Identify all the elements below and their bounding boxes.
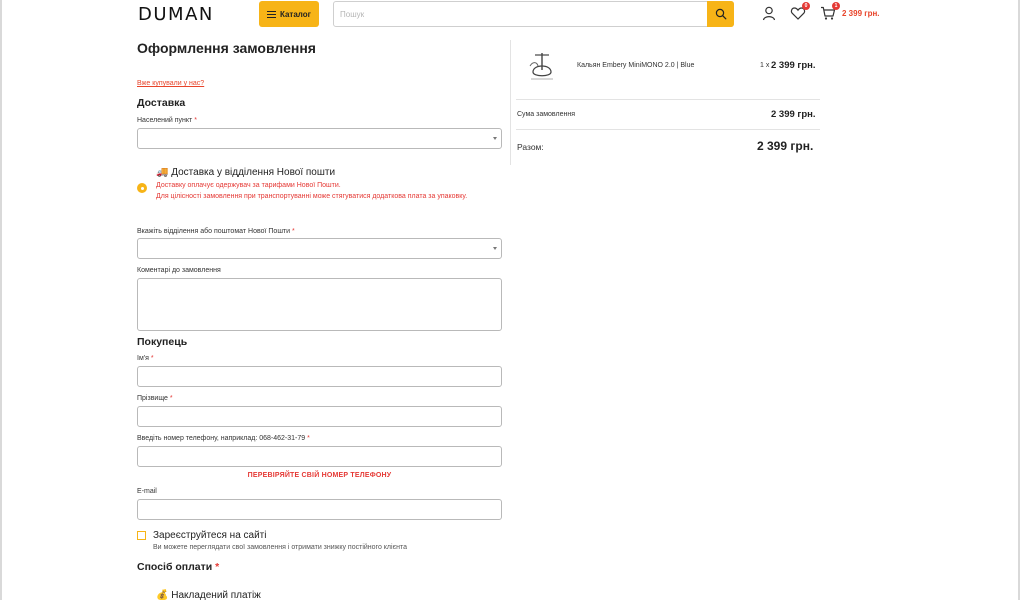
order-sum-label: Сума замовлення [517,111,575,118]
summary-separator [516,99,820,100]
window-frame-left [0,0,2,600]
wishlist-count-badge: 0 [802,2,810,10]
wishlist-button[interactable]: 0 [790,2,810,21]
cart-total[interactable]: 2 399 грн. [842,9,880,18]
comment-textarea[interactable] [137,278,502,331]
delivery-note-packaging: Для цілісності замовлення при транспорту… [156,193,468,200]
delivery-heading: Доставка [137,97,186,109]
site-header: DUMAN Каталог 0 1 2 399 грн [0,0,1020,28]
search-input[interactable] [340,2,700,26]
cart-button[interactable]: 1 [820,2,840,21]
last-name-label: Прізвище * [137,395,173,402]
page-title: Оформлення замовлення [137,40,316,56]
user-icon [762,6,776,21]
phone-label: Введіть номер телефону, наприклад: 068-4… [137,435,310,442]
catalog-button[interactable]: Каталог [259,1,319,27]
search-icon [715,8,726,20]
city-select[interactable] [137,128,502,149]
payment-option-cod[interactable]: 💰 Накладений платіж [156,590,261,600]
order-sum-value: 2 399 грн. [771,109,816,120]
cart-count-badge: 1 [832,2,840,10]
payment-heading: Спосіб оплати * [137,561,220,573]
first-name-label: Ім'я * [137,355,154,362]
email-field[interactable] [137,499,502,520]
branch-label: Вкажіть відділення або поштомат Нової По… [137,228,295,235]
comment-label: Коментарі до замовлення [137,267,221,274]
buyer-heading: Покупець [137,336,188,348]
product-quantity: 1 x [760,62,770,69]
product-name[interactable]: Кальян Embery MiniMONO 2.0 | Blue [577,62,694,69]
city-label: Населений пункт * [137,117,197,124]
phone-warning: ПЕРЕВІРЯЙТЕ СВІЙ НОМЕР ТЕЛЕФОНУ [247,472,392,479]
first-name-field[interactable] [137,366,502,387]
summary-separator [516,129,820,130]
returning-customer-link[interactable]: Вже купували у нас? [137,80,204,87]
product-price: 2 399 грн. [771,60,816,71]
branch-select[interactable] [137,238,502,259]
chevron-down-icon [493,137,497,140]
hookah-icon [529,53,553,80]
delivery-note-payment: Доставку оплачує одержувач за тарифами Н… [156,182,341,189]
chevron-down-icon [493,247,497,250]
search-bar [333,1,734,27]
phone-field[interactable] [137,446,502,467]
register-label[interactable]: Зареєструйтеся на сайті [153,530,266,541]
last-name-field[interactable] [137,406,502,427]
delivery-option-radio[interactable] [137,183,147,193]
menu-icon [267,10,276,18]
register-checkbox[interactable] [137,531,146,540]
catalog-button-label: Каталог [280,9,311,19]
search-button[interactable] [707,1,734,27]
order-total-value: 2 399 грн. [757,139,814,153]
email-label: E-mail [137,488,157,495]
account-button[interactable] [761,5,777,21]
register-note: Ви можете переглядати свої замовлення і … [153,544,408,551]
site-logo[interactable]: DUMAN [138,4,214,25]
delivery-option-title: 🚚 Доставка у відділення Нової пошти [156,167,336,178]
summary-divider [510,40,511,165]
order-total-label: Разом: [517,142,544,152]
product-thumbnail[interactable] [525,50,559,82]
